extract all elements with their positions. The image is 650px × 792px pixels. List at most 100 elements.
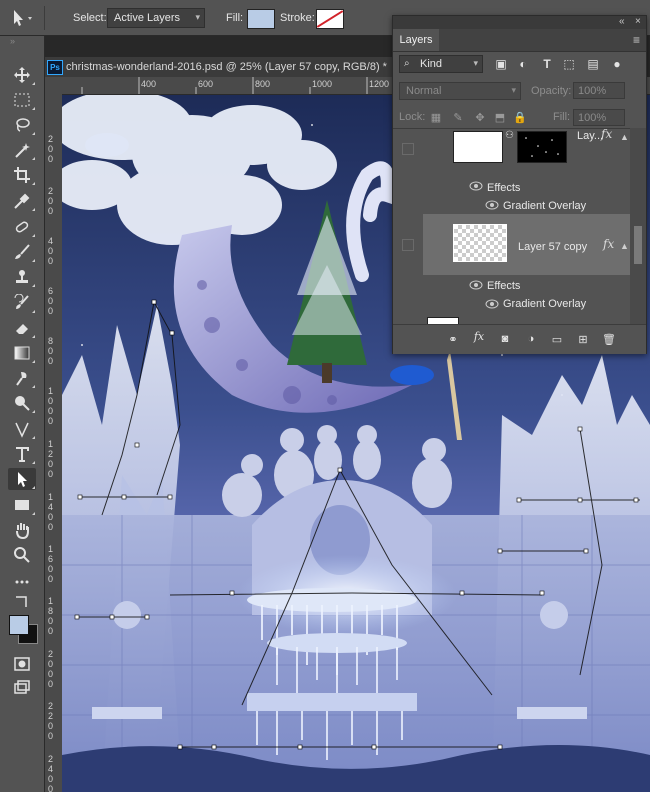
dodge-tool-icon[interactable] — [8, 392, 36, 414]
healing-brush-tool-icon[interactable] — [8, 216, 36, 238]
opacity-field[interactable]: 100% — [573, 82, 625, 99]
ruler-label: 600 — [198, 79, 214, 89]
effect-name[interactable]: Gradient Overlay — [503, 298, 586, 310]
panel-header[interactable]: « × — [393, 16, 646, 29]
rectangle-tool-icon[interactable] — [8, 494, 36, 516]
eye-icon[interactable] — [485, 299, 499, 309]
layer-thumbnail[interactable] — [453, 224, 507, 262]
smudge-tool-icon[interactable] — [8, 367, 36, 389]
lock-artboard-icon[interactable]: ⬒ — [493, 111, 507, 125]
blend-mode-value: Normal — [406, 85, 442, 97]
type-filter-icon[interactable]: T — [539, 56, 555, 72]
ruler-label: 1000 — [48, 386, 54, 426]
document-tab[interactable]: Ps christmas-wonderland-2016.psd @ 25% (… — [45, 57, 395, 78]
pen-tool-icon[interactable] — [8, 418, 36, 440]
visibility-toggle[interactable] — [402, 239, 414, 251]
eye-icon[interactable] — [485, 200, 499, 210]
layer-mask-thumbnail[interactable] — [517, 131, 567, 163]
layers-scrollbar[interactable] — [630, 128, 646, 324]
zoom-tool-icon[interactable] — [8, 544, 36, 566]
layer-name[interactable]: Layer 57 copy — [518, 241, 587, 253]
panel-grip-icon[interactable]: » — [10, 36, 15, 46]
crop-tool-icon[interactable] — [8, 164, 36, 186]
move-tool-preset-icon[interactable] — [8, 8, 38, 28]
marquee-tool-icon[interactable] — [8, 89, 36, 111]
ruler-label: 1200 — [48, 439, 54, 479]
move-tool-icon[interactable] — [8, 64, 36, 86]
stroke-none-swatch[interactable] — [316, 9, 344, 29]
ruler-label: 1200 — [369, 79, 390, 89]
visibility-toggle[interactable] — [402, 143, 414, 155]
path-selection-tool-icon[interactable] — [8, 468, 36, 490]
lock-all-icon[interactable]: 🔒 — [513, 111, 527, 125]
chevron-down-icon: ▾ — [473, 58, 478, 68]
collapse-effects-icon[interactable]: ▲ — [620, 241, 629, 251]
more-tools-icon[interactable] — [8, 571, 36, 593]
brush-tool-icon[interactable] — [8, 241, 36, 263]
stroke-label: Stroke: — [280, 12, 315, 24]
history-brush-tool-icon[interactable] — [8, 292, 36, 314]
new-layer-icon[interactable]: ⊞ — [575, 333, 591, 347]
fill-color-swatch[interactable] — [247, 9, 275, 29]
magic-wand-tool-icon[interactable] — [8, 139, 36, 161]
eyedropper-tool-icon[interactable] — [8, 190, 36, 212]
filter-toggle-icon[interactable]: ● — [609, 56, 625, 72]
blend-mode-dropdown[interactable]: Normal ▾ — [399, 82, 521, 100]
link-icon[interactable]: ⚇ — [505, 130, 514, 141]
new-group-icon[interactable]: ▭ — [549, 333, 565, 347]
close-panel-icon[interactable]: × — [635, 16, 641, 27]
type-tool-icon[interactable] — [8, 443, 36, 465]
select-dropdown[interactable]: Active Layers ▾ — [107, 8, 205, 28]
effects-label[interactable]: Effects — [487, 280, 520, 292]
lock-transparency-icon[interactable]: ▦ — [429, 111, 443, 125]
eraser-tool-icon[interactable] — [8, 317, 36, 339]
swap-colors-icon[interactable] — [8, 595, 36, 609]
vertical-ruler[interactable]: 200 200 400 600 800 1000 1200 1400 1600 … — [45, 94, 63, 792]
gradient-tool-icon[interactable] — [8, 342, 36, 364]
delete-layer-icon[interactable]: 🗑 — [601, 333, 617, 347]
lock-pixels-icon[interactable]: ✎ — [451, 111, 465, 125]
new-adjustment-layer-icon[interactable]: ◑ — [523, 333, 539, 347]
lasso-tool-icon[interactable] — [8, 114, 36, 136]
quick-mask-icon[interactable] — [8, 653, 36, 675]
effect-name[interactable]: Gradient Overlay — [503, 200, 586, 212]
hand-tool-icon[interactable] — [8, 519, 36, 541]
eye-icon[interactable] — [469, 181, 483, 191]
ruler-label: 1800 — [48, 596, 54, 636]
pixel-filter-icon[interactable]: ▣ — [493, 56, 509, 72]
layer-name[interactable]: Lay... — [577, 130, 603, 142]
effects-label[interactable]: Effects — [487, 182, 520, 194]
ruler-label: 2000 — [48, 649, 54, 689]
layer-thumbnail[interactable] — [453, 131, 503, 163]
clone-stamp-tool-icon[interactable] — [8, 266, 36, 288]
ruler-label: 1600 — [48, 544, 54, 584]
document-title: christmas-wonderland-2016.psd @ 25% (Lay… — [66, 61, 387, 73]
opacity-label: Opacity: — [531, 85, 572, 97]
ruler-origin[interactable] — [45, 77, 62, 94]
fx-icon[interactable]: fx — [603, 237, 614, 251]
kind-filter-dropdown[interactable]: ⌕ Kind ▾ — [399, 55, 483, 73]
eye-icon[interactable] — [469, 280, 483, 290]
layer-list: ⚇ Lay... fx ▲ Effects Gradient Overlay L… — [393, 128, 630, 325]
screen-mode-icon[interactable] — [8, 677, 36, 699]
scrollbar-thumb[interactable] — [634, 226, 642, 264]
add-layer-style-icon[interactable]: fx — [471, 330, 487, 344]
tab-layers[interactable]: Layers — [393, 29, 439, 51]
adjustment-filter-icon[interactable]: ◐ — [515, 56, 531, 72]
collapse-panel-icon[interactable]: « — [619, 16, 625, 27]
lock-position-icon[interactable]: ✥ — [473, 111, 487, 125]
shape-filter-icon[interactable]: ⬚ — [561, 56, 577, 72]
photoshop-file-icon: Ps — [47, 60, 63, 75]
search-icon: ⌕ — [404, 58, 410, 69]
foreground-color-swatch[interactable] — [9, 615, 29, 635]
add-mask-icon[interactable]: ◙ — [497, 333, 513, 347]
chevron-down-icon: ▾ — [195, 12, 200, 22]
fill-field[interactable]: 100% — [573, 109, 625, 126]
fx-icon[interactable]: fx — [601, 129, 612, 141]
panel-menu-icon[interactable]: ≡ — [633, 33, 640, 47]
ruler-label: 800 — [255, 79, 271, 89]
smart-object-filter-icon[interactable]: ▤ — [585, 56, 601, 72]
link-layers-icon[interactable]: ⚭ — [445, 333, 461, 347]
tools-panel: » — [0, 36, 45, 792]
collapse-effects-icon[interactable]: ▲ — [620, 132, 629, 142]
